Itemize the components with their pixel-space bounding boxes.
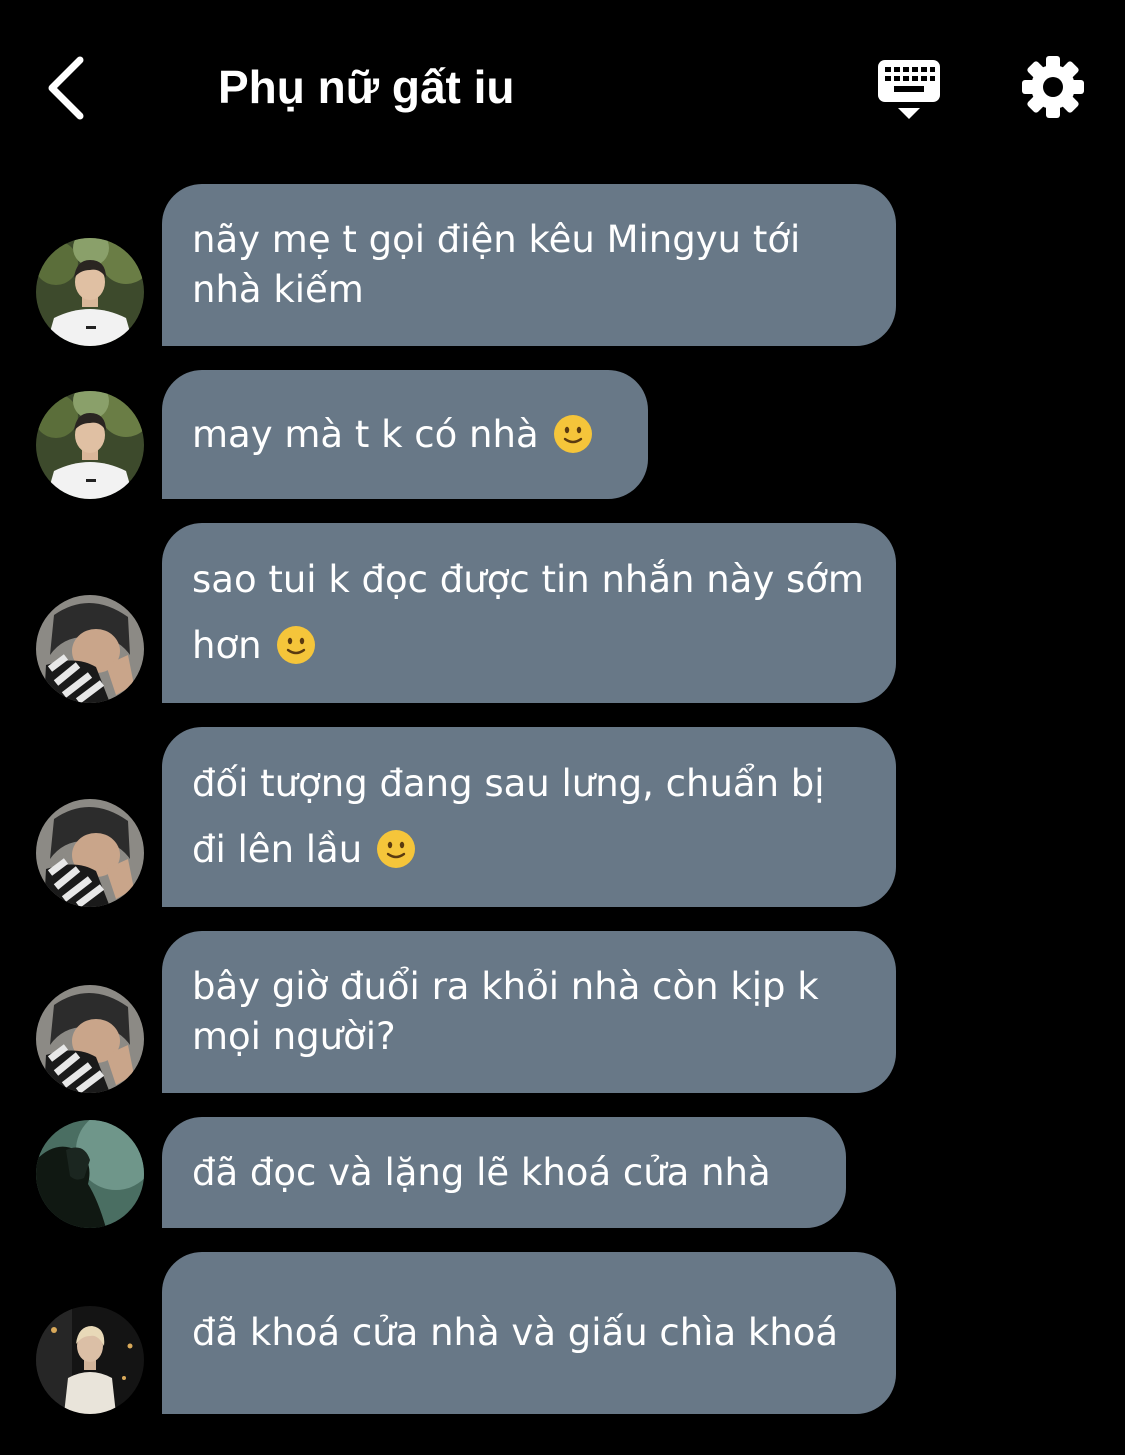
message-bubble[interactable]: nãy mẹ t gọi điện kêu Mingyu tới nhà kiế… [162, 184, 896, 346]
avatar[interactable] [36, 1306, 144, 1414]
avatar[interactable] [36, 595, 144, 703]
message-text: đã khoá cửa nhà và giấu chìa khoá [192, 1311, 839, 1354]
slight-smile-emoji-icon [553, 414, 592, 453]
message-bubble[interactable]: bây giờ đuổi ra khỏi nhà còn kịp k mọi n… [162, 931, 896, 1093]
message-bubble[interactable]: đã khoá cửa nhà và giấu chìa khoá [162, 1252, 896, 1414]
avatar[interactable] [36, 1120, 144, 1228]
settings-button[interactable] [1020, 54, 1086, 120]
message-content: sao tui k đọc được tin nhắn này sớm hơn [192, 547, 866, 679]
message-text: nãy mẹ t gọi điện kêu Mingyu tới nhà kiế… [192, 218, 801, 311]
chevron-left-icon [48, 56, 84, 120]
message-bubble[interactable]: đối tượng đang sau lưng, chuẩn bị đi lên… [162, 727, 896, 907]
avatar[interactable] [36, 391, 144, 499]
avatar[interactable] [36, 799, 144, 907]
keyboard-button[interactable] [874, 56, 944, 122]
keyboard-icon [878, 60, 940, 119]
avatar[interactable] [36, 985, 144, 1093]
slight-smile-emoji-icon [377, 829, 416, 868]
message-text: đối tượng đang sau lưng, chuẩn bị đi lên… [192, 762, 825, 871]
message-bubble[interactable]: may mà t k có nhà [162, 370, 648, 499]
gear-icon [1022, 56, 1084, 118]
message-text: đã đọc và lặng lẽ khoá cửa nhà [192, 1151, 771, 1194]
slight-smile-emoji-icon [276, 625, 315, 664]
message-content: may mà t k có nhà [192, 413, 593, 456]
back-button[interactable] [38, 52, 98, 124]
message-text: may mà t k có nhà [192, 413, 539, 456]
message-bubble[interactable]: sao tui k đọc được tin nhắn này sớm hơn [162, 523, 896, 703]
chat-title: Phụ nữ gất iu [218, 61, 515, 113]
chat-header: Phụ nữ gất iu [0, 0, 1125, 170]
message-content: đối tượng đang sau lưng, chuẩn bị đi lên… [192, 751, 866, 883]
message-text: bây giờ đuổi ra khỏi nhà còn kịp k mọi n… [192, 965, 819, 1058]
avatar[interactable] [36, 238, 144, 346]
message-bubble[interactable]: đã đọc và lặng lẽ khoá cửa nhà [162, 1117, 846, 1228]
